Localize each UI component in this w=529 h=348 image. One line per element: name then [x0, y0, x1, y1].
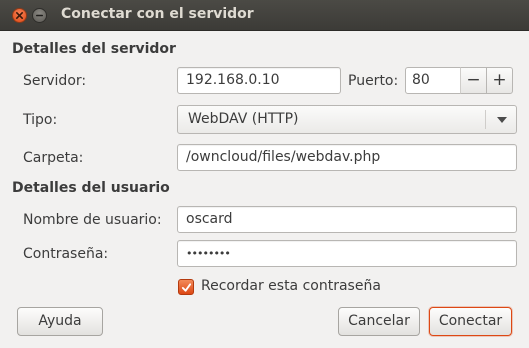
- port-input[interactable]: 80: [405, 67, 461, 94]
- user-details-heading: Detalles del usuario: [12, 180, 170, 196]
- password-label: Contraseña:: [23, 246, 109, 262]
- password-input[interactable]: ••••••••: [177, 240, 517, 267]
- folder-label: Carpeta:: [23, 150, 84, 166]
- port-increment-button[interactable]: +: [486, 67, 513, 94]
- connect-dialog: Detalles del servidor Servidor: 192.168.…: [0, 31, 529, 348]
- server-label: Servidor:: [23, 73, 87, 89]
- server-details-heading: Detalles del servidor: [12, 41, 176, 57]
- username-label: Nombre de usuario:: [23, 212, 162, 228]
- username-input[interactable]: oscard: [177, 206, 517, 233]
- cancel-button[interactable]: Cancelar: [338, 307, 420, 336]
- port-decrement-button[interactable]: −: [460, 67, 487, 94]
- help-button[interactable]: Ayuda: [17, 307, 103, 336]
- minimize-icon[interactable]: [32, 8, 47, 23]
- checkmark-icon: [181, 282, 191, 292]
- server-input[interactable]: 192.168.0.10: [177, 67, 341, 94]
- connect-button[interactable]: Conectar: [429, 307, 512, 336]
- dropdown-separator: [485, 110, 486, 129]
- chevron-down-icon: [497, 117, 507, 123]
- type-selected-value: WebDAV (HTTP): [188, 111, 299, 127]
- remember-password-checkbox[interactable]: [178, 279, 194, 295]
- port-spinner: 80 − +: [405, 67, 513, 94]
- type-label: Tipo:: [23, 112, 58, 128]
- title-bar: Conectar con el servidor: [0, 0, 529, 31]
- window-title: Conectar con el servidor: [61, 6, 254, 22]
- close-icon[interactable]: [12, 8, 27, 23]
- remember-password-label[interactable]: Recordar esta contraseña: [201, 278, 381, 294]
- port-label: Puerto:: [348, 73, 399, 89]
- type-dropdown[interactable]: WebDAV (HTTP): [177, 105, 517, 134]
- folder-input[interactable]: /owncloud/files/webdav.php: [177, 144, 517, 171]
